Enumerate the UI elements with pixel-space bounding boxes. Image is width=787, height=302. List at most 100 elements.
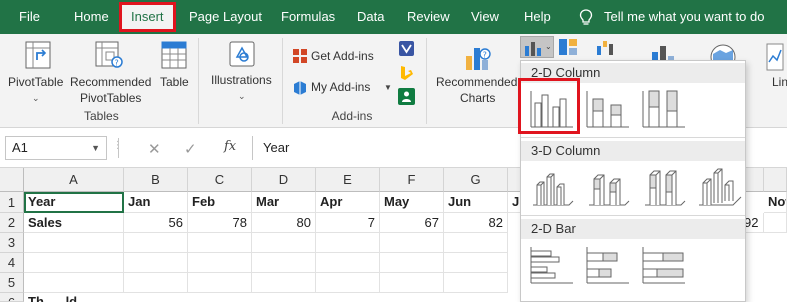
column-header-d[interactable]: D (252, 168, 316, 192)
cell-a1[interactable]: Year (24, 192, 124, 213)
tell-me-search[interactable]: Tell me what you want to do (604, 0, 764, 34)
column-header-e[interactable]: E (316, 168, 380, 192)
cell-c4[interactable] (188, 253, 252, 273)
cell-d3[interactable] (252, 233, 316, 253)
100-percent-stacked-bar-icon[interactable] (641, 243, 687, 289)
illustrations-button[interactable]: Illustrations (211, 72, 272, 88)
cell-a2[interactable]: Sales (24, 213, 124, 233)
table-button[interactable]: Table (160, 74, 189, 90)
cell-a6[interactable]: Th___ld (24, 293, 124, 302)
tab-home[interactable]: Home (74, 0, 109, 34)
cell-b2[interactable]: 56 (124, 213, 188, 233)
cell-l1[interactable]: Now (764, 192, 787, 213)
cell-f3[interactable] (380, 233, 444, 253)
tab-view[interactable]: View (471, 0, 499, 34)
row-header-6[interactable]: 6 (0, 293, 24, 302)
3d-clustered-column-icon[interactable] (529, 165, 575, 211)
cell-e3[interactable] (316, 233, 380, 253)
column-header-l[interactable] (764, 168, 787, 192)
tab-help[interactable]: Help (524, 0, 551, 34)
tab-review[interactable]: Review (407, 0, 450, 34)
tab-formulas[interactable]: Formulas (281, 0, 335, 34)
waterfall-chart-icon[interactable] (596, 38, 614, 56)
my-addins-button[interactable]: My Add-ins (311, 79, 370, 95)
cell-k2[interactable]: 92 (744, 213, 764, 233)
stacked-column-icon[interactable] (585, 85, 631, 131)
cell-a3[interactable] (24, 233, 124, 253)
cell-e2[interactable]: 7 (316, 213, 380, 233)
row-header-3[interactable]: 3 (0, 233, 24, 253)
cell-g4[interactable] (444, 253, 508, 273)
hierarchy-chart-icon[interactable] (558, 38, 578, 56)
100-percent-stacked-column-icon[interactable] (641, 85, 687, 131)
cell-f2[interactable]: 67 (380, 213, 444, 233)
cell-e1[interactable]: Apr (316, 192, 380, 213)
cell-c3[interactable] (188, 233, 252, 253)
3d-100-percent-stacked-column-icon[interactable] (641, 165, 687, 211)
enter-icon[interactable]: ✓ (184, 140, 197, 158)
row-header-1[interactable]: 1 (0, 192, 24, 213)
column-header-g[interactable]: G (444, 168, 508, 192)
cell-e4[interactable] (316, 253, 380, 273)
cell-g3[interactable] (444, 233, 508, 253)
cell-d4[interactable] (252, 253, 316, 273)
cell-d2[interactable]: 80 (252, 213, 316, 233)
cell-g1[interactable]: Jun (444, 192, 508, 213)
cell-b3[interactable] (124, 233, 188, 253)
sparkline-line-icon[interactable] (766, 42, 784, 72)
illustrations-chevron-icon[interactable]: ⌄ (238, 88, 246, 104)
insert-column-chart-button[interactable]: ⌄ (520, 36, 554, 58)
row-header-5[interactable]: 5 (0, 273, 24, 293)
insert-function-icon[interactable]: fx (224, 139, 236, 154)
name-box[interactable]: A1 ▼ (5, 136, 107, 160)
bing-maps-icon[interactable] (399, 65, 414, 82)
name-box-dropdown-icon[interactable]: ▼ (91, 137, 100, 159)
tab-page-layout[interactable]: Page Layout (189, 0, 262, 34)
cell-a5[interactable] (24, 273, 124, 293)
cell-a4[interactable] (24, 253, 124, 273)
cell-d5[interactable] (252, 273, 316, 293)
select-all-button[interactable] (0, 168, 24, 192)
stacked-bar-icon[interactable] (585, 243, 631, 289)
my-addins-dropdown-icon[interactable]: ▼ (384, 83, 392, 92)
cell-g5[interactable] (444, 273, 508, 293)
tab-insert[interactable]: Insert (119, 2, 176, 32)
cell-d1[interactable]: Mar (252, 192, 316, 213)
3d-stacked-column-icon[interactable] (585, 165, 631, 211)
cell-c2[interactable]: 78 (188, 213, 252, 233)
column-header-f[interactable]: F (380, 168, 444, 192)
cell-c1[interactable]: Feb (188, 192, 252, 213)
cell-b1[interactable]: Jan (124, 192, 188, 213)
cell-g2[interactable]: 82 (444, 213, 508, 233)
people-graph-icon[interactable] (398, 88, 415, 105)
pivottable-chevron-icon[interactable]: ⌄ (32, 90, 40, 106)
pivottable-button[interactable]: PivotTable (8, 74, 63, 90)
cell-l2[interactable] (764, 213, 787, 233)
line-sparkline-button[interactable]: Lin (772, 74, 787, 90)
get-addins-button[interactable]: Get Add-ins (311, 48, 374, 64)
cell-f1[interactable]: May (380, 192, 444, 213)
cancel-icon[interactable]: ✕ (148, 140, 161, 158)
row-header-4[interactable]: 4 (0, 253, 24, 273)
column-header-b[interactable]: B (124, 168, 188, 192)
dropdown-divider (521, 137, 745, 138)
column-header-a[interactable]: A (24, 168, 124, 192)
tab-data[interactable]: Data (357, 0, 384, 34)
visio-icon[interactable] (399, 41, 414, 56)
row-header-2[interactable]: 2 (0, 213, 24, 233)
illustrations-icon (229, 41, 255, 67)
column-header-c[interactable]: C (188, 168, 252, 192)
recommended-pivottables-button[interactable]: Recommended (70, 74, 151, 90)
cell-e5[interactable] (316, 273, 380, 293)
recommended-charts-line1[interactable]: Recommended (436, 74, 517, 90)
cell-f4[interactable] (380, 253, 444, 273)
clustered-bar-icon[interactable] (529, 243, 575, 289)
3d-column-icon[interactable] (697, 165, 743, 211)
ribbon-separator (198, 38, 199, 124)
tab-file[interactable]: File (19, 0, 40, 34)
cell-b4[interactable] (124, 253, 188, 273)
cell-b5[interactable] (124, 273, 188, 293)
cell-c5[interactable] (188, 273, 252, 293)
lightbulb-icon (579, 9, 593, 25)
cell-f5[interactable] (380, 273, 444, 293)
